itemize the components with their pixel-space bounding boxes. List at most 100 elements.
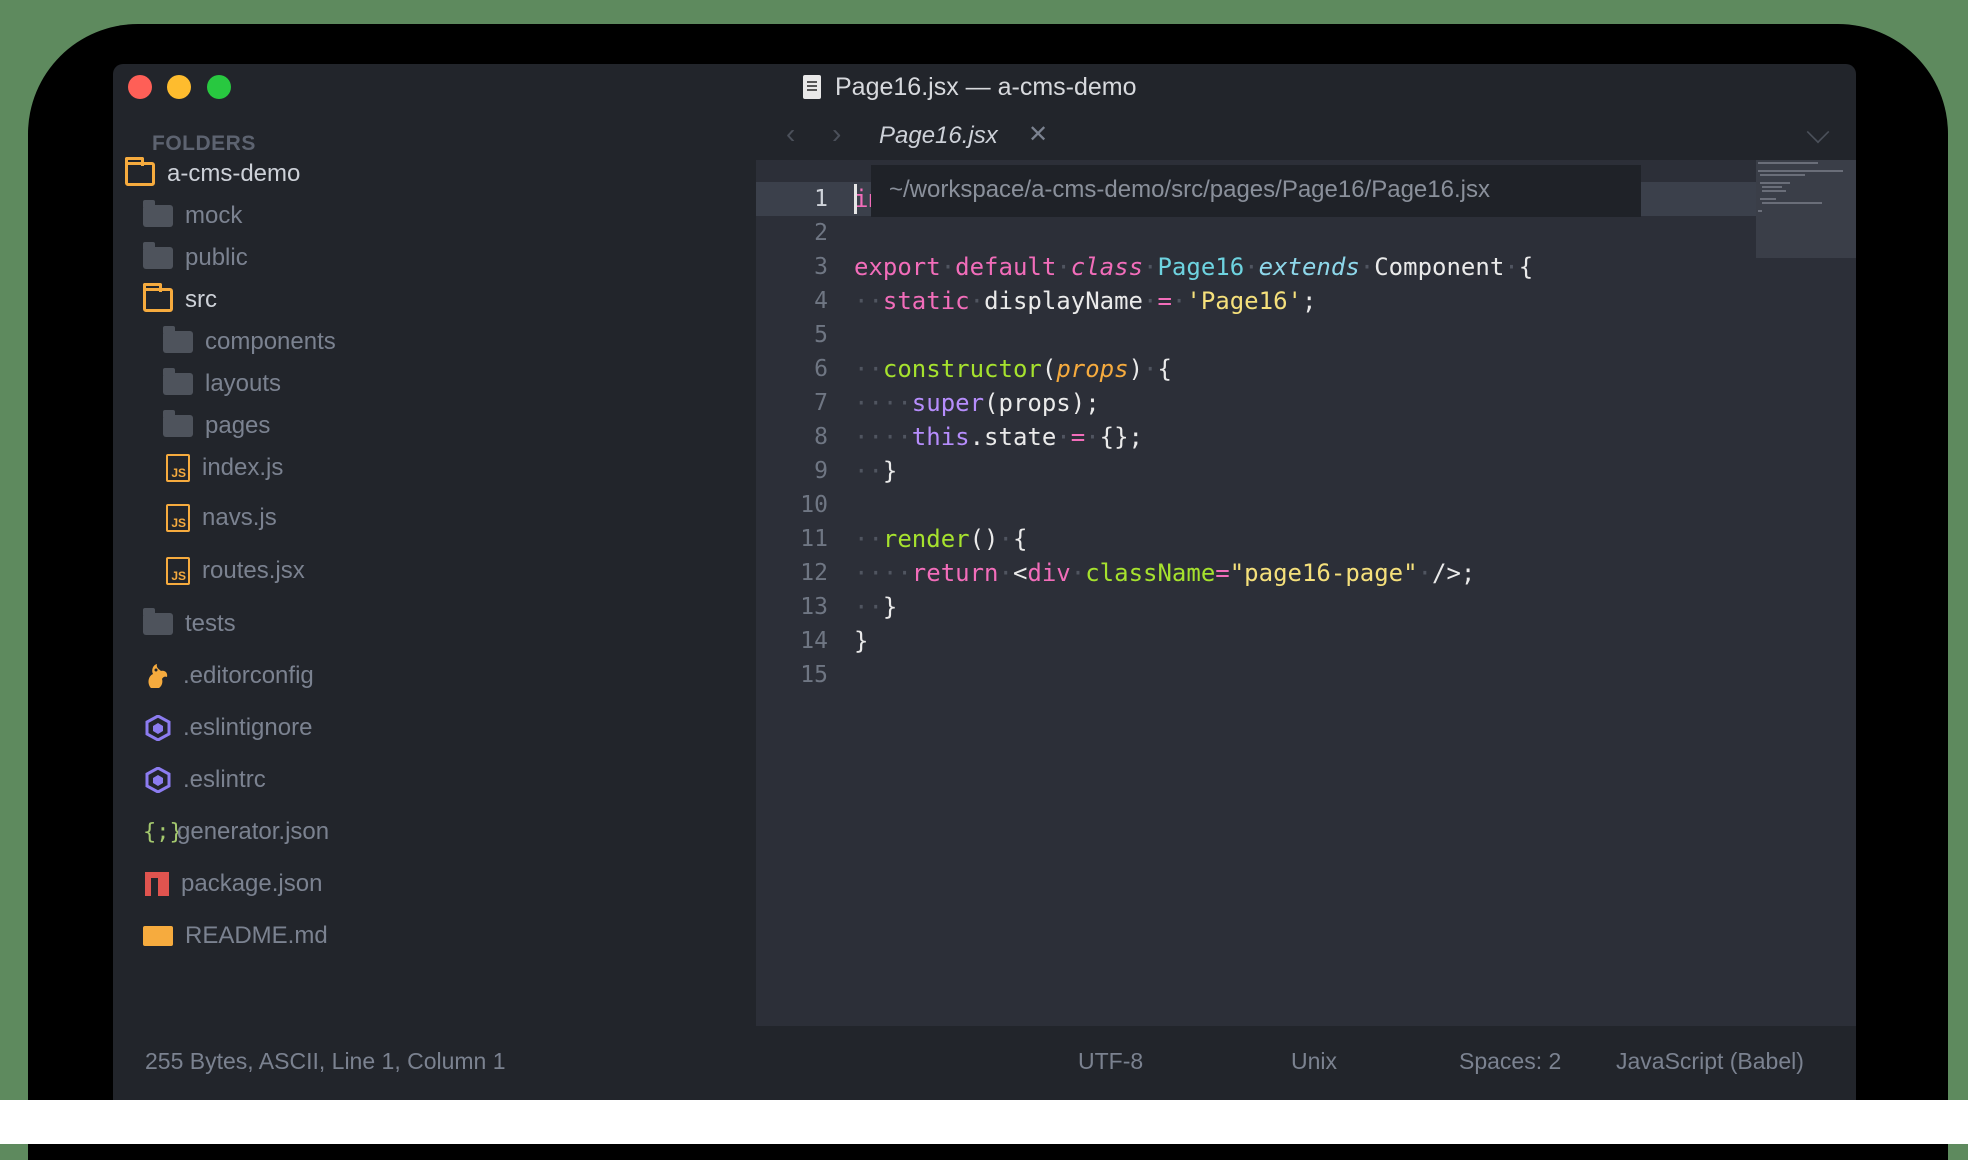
- line-number: 14: [800, 628, 828, 654]
- line-number: 8: [814, 424, 828, 450]
- code-token: (): [969, 525, 999, 553]
- tree-item-label: package.json: [181, 870, 323, 897]
- code-token: extends: [1258, 253, 1360, 281]
- zoom-window-button[interactable]: [207, 75, 231, 99]
- code-token: Page16: [1157, 253, 1245, 281]
- forward-arrow-icon[interactable]: ›: [832, 118, 841, 150]
- tree-item-a-cms-demo[interactable]: a-cms-demo: [125, 154, 300, 194]
- title-bar[interactable]: Page16.jsx — a-cms-demo: [113, 64, 1856, 110]
- code-line-8: ····this.state·=·{};: [854, 423, 1144, 451]
- code-token: render: [882, 525, 970, 553]
- tree-item-src[interactable]: src: [143, 280, 217, 320]
- code-token: constructor: [882, 355, 1042, 383]
- code-token: this: [911, 423, 970, 451]
- tree-item-label: .eslintignore: [183, 714, 313, 741]
- eslint-icon: [145, 766, 171, 794]
- line-number: 4: [814, 288, 828, 314]
- code-token: props: [1056, 355, 1129, 383]
- code-token: }: [854, 627, 869, 655]
- line-number: 11: [800, 526, 828, 552]
- sidebar: FOLDERS a-cms-demo mock public src compo…: [113, 110, 756, 1026]
- close-window-button[interactable]: [128, 75, 152, 99]
- code-token: super: [911, 389, 985, 417]
- tree-item-components[interactable]: components: [163, 322, 336, 362]
- code-token: 'Page16': [1186, 287, 1302, 315]
- status-indentation[interactable]: Spaces: 2: [1459, 1048, 1561, 1075]
- code-token: .state: [969, 423, 1057, 451]
- tree-item-mock[interactable]: mock: [143, 196, 242, 236]
- eslint-icon: [145, 714, 171, 742]
- tab-close-icon[interactable]: ✕: [1028, 120, 1048, 149]
- folder-open-icon: [143, 283, 173, 312]
- tree-item-layouts[interactable]: layouts: [163, 364, 281, 404]
- window-title: Page16.jsx — a-cms-demo: [803, 72, 1137, 102]
- folder-icon: [163, 410, 193, 437]
- tree-item-tests[interactable]: tests: [143, 604, 236, 644]
- tree-item-public[interactable]: public: [143, 238, 248, 278]
- tree-item-generator-json[interactable]: {;} generator.json: [143, 812, 329, 852]
- code-editor[interactable]: 1 2 3 4 5 6 7 8 9 10 11 12 13 14 15 impo…: [756, 160, 1856, 1026]
- code-line-4: ··static·displayName·=·'Page16';: [854, 287, 1317, 315]
- tree-item-navs-js[interactable]: JS navs.js: [166, 498, 277, 538]
- code-token: Component: [1374, 253, 1505, 281]
- minimap[interactable]: [1756, 160, 1856, 258]
- status-syntax[interactable]: JavaScript (Babel): [1616, 1048, 1804, 1075]
- tree-item-eslintignore[interactable]: .eslintignore: [145, 708, 312, 748]
- document-icon: [803, 75, 821, 99]
- tree-item-label: layouts: [205, 370, 282, 397]
- code-token: (props);: [984, 389, 1100, 417]
- tree-item-label: tests: [185, 610, 236, 637]
- status-encoding[interactable]: UTF-8: [1078, 1048, 1143, 1075]
- tab-page16-jsx[interactable]: Page16.jsx: [879, 122, 998, 150]
- code-line-7: ····super(props);: [854, 389, 1100, 417]
- code-token: static: [882, 287, 970, 315]
- tree-item-editorconfig[interactable]: .editorconfig: [145, 656, 314, 696]
- tree-item-label: routes.jsx: [202, 557, 305, 584]
- markdown-icon: [143, 926, 173, 946]
- code-line-9: ··}: [854, 457, 898, 485]
- tree-item-label: pages: [205, 412, 271, 439]
- tree-item-readme-md[interactable]: README.md: [143, 916, 328, 956]
- chevron-down-icon[interactable]: [1806, 120, 1830, 144]
- back-arrow-icon[interactable]: ‹: [786, 118, 795, 150]
- status-bar: 255 Bytes, ASCII, Line 1, Column 1 UTF-8…: [113, 1026, 1856, 1100]
- code-line-14: }: [854, 624, 868, 658]
- minimize-window-button[interactable]: [167, 75, 191, 99]
- code-token: }: [882, 593, 898, 621]
- tree-item-routes-jsx[interactable]: JS routes.jsx: [166, 551, 305, 591]
- code-token: div: [1027, 559, 1071, 587]
- tree-item-label: mock: [185, 202, 243, 229]
- squirrel-icon: [145, 662, 171, 690]
- tree-item-label: src: [185, 286, 217, 313]
- line-number: 5: [814, 322, 828, 348]
- code-token: export: [854, 253, 941, 281]
- folders-header: FOLDERS: [152, 132, 256, 155]
- line-number: 15: [800, 662, 828, 688]
- tab-bar: ‹ › Page16.jsx ✕: [756, 110, 1856, 160]
- window-title-text: Page16.jsx — a-cms-demo: [835, 72, 1137, 101]
- folder-icon: [143, 200, 173, 227]
- status-line-endings[interactable]: Unix: [1291, 1048, 1337, 1075]
- tree-item-pages[interactable]: pages: [163, 406, 270, 446]
- folder-icon: [143, 608, 173, 635]
- tree-item-index-js[interactable]: JS index.js: [166, 448, 283, 488]
- line-number: 12: [800, 560, 828, 586]
- code-token: default: [955, 253, 1057, 281]
- tree-item-eslintrc[interactable]: .eslintrc: [145, 760, 266, 800]
- tree-item-label: components: [205, 328, 336, 355]
- code-token: class: [1070, 253, 1144, 281]
- tree-item-label: generator.json: [177, 818, 330, 845]
- code-token: =: [1157, 287, 1172, 315]
- text-cursor: [854, 184, 857, 214]
- code-token: displayName: [984, 287, 1144, 315]
- npm-icon: [145, 872, 169, 896]
- bottom-background: [0, 1100, 1968, 1144]
- code-line-11: ··render()·{: [854, 525, 1028, 553]
- status-file-info: 255 Bytes, ASCII, Line 1, Column 1: [145, 1048, 506, 1074]
- tree-item-package-json[interactable]: package.json: [145, 864, 322, 904]
- code-line-6: ··constructor(props)·{: [854, 355, 1172, 383]
- code-line-13: ··}: [854, 593, 898, 621]
- code-token: ): [1128, 355, 1144, 383]
- line-number: 9: [814, 458, 828, 484]
- line-number: 2: [814, 220, 828, 246]
